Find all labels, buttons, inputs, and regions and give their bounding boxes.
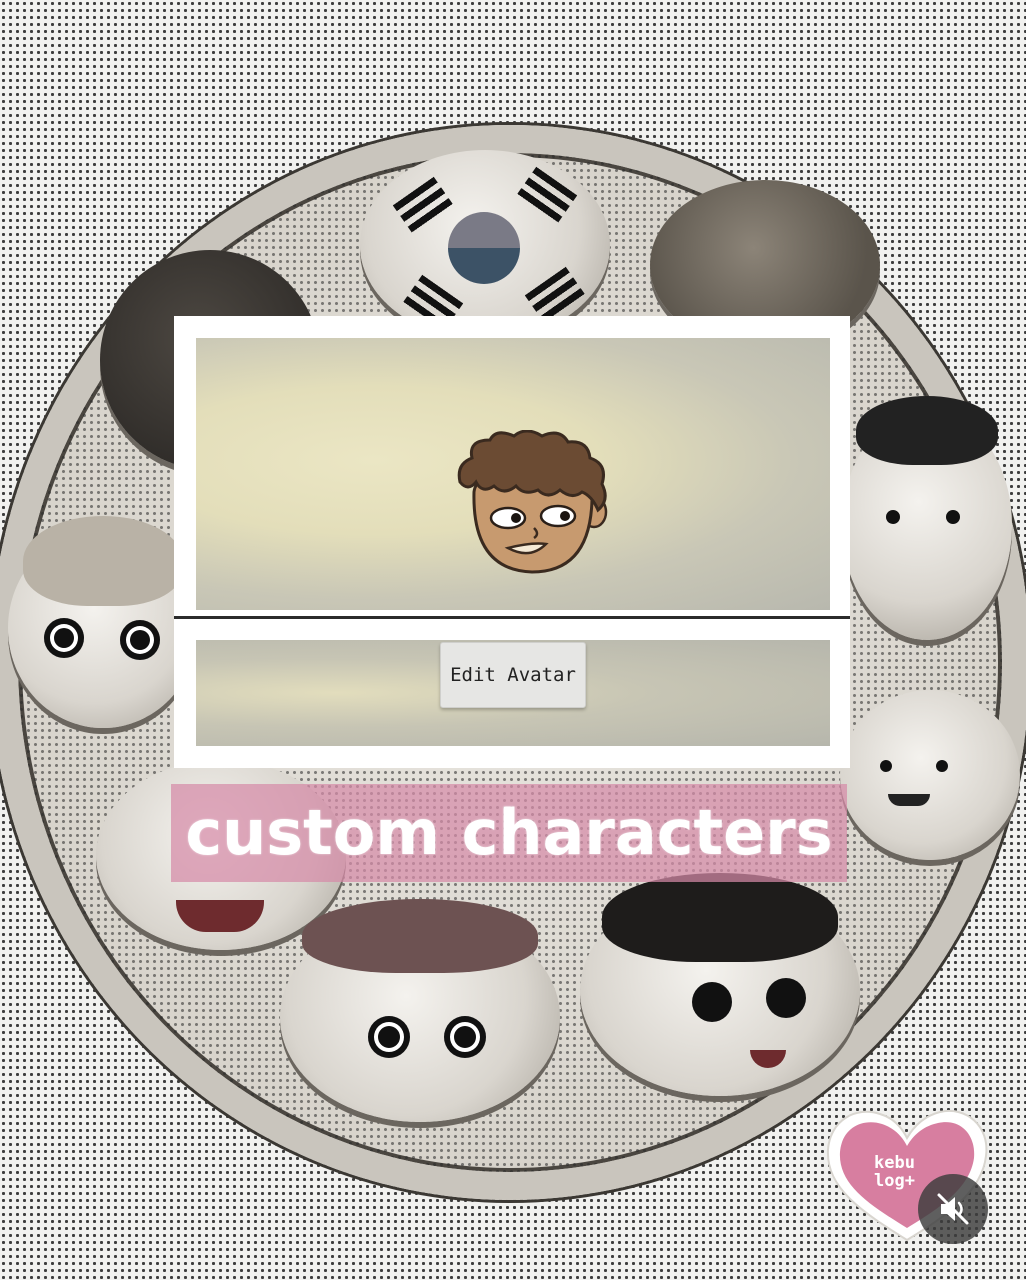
mute-button[interactable] — [918, 1174, 988, 1244]
mochi-eye — [444, 1016, 486, 1058]
mochi-right — [842, 396, 1012, 640]
avatar-editor-panel: Edit Avatar — [174, 316, 850, 768]
mochi-eye — [692, 982, 732, 1022]
mochi-hair — [23, 516, 183, 606]
mochi-eye — [44, 618, 84, 658]
mochi-left — [8, 516, 198, 728]
flag-emblem — [448, 212, 520, 284]
mochi-mouth — [750, 1050, 786, 1068]
mochi-hair — [302, 899, 538, 973]
mochi-eye — [880, 760, 892, 772]
mochi-eye — [886, 510, 900, 524]
mochi-eye — [766, 978, 806, 1018]
avatar-preview — [196, 338, 830, 610]
mochi-bottom-right — [580, 873, 860, 1096]
mochi-eye — [368, 1016, 410, 1058]
panel-divider — [174, 616, 850, 619]
mochi-bottom-middle — [280, 899, 560, 1122]
speaker-muted-icon — [937, 1193, 969, 1225]
mochi-eye — [936, 760, 948, 772]
caption-banner: custom characters — [171, 784, 847, 882]
mochi-right-lower — [840, 690, 1020, 860]
edit-avatar-button[interactable]: Edit Avatar — [440, 642, 586, 708]
avatar-character — [457, 430, 608, 574]
mochi-hair — [855, 396, 999, 466]
mochi-hair — [602, 873, 838, 962]
mochi-eye — [120, 620, 160, 660]
mochi-mouth — [888, 794, 930, 806]
mochi-mouth — [176, 900, 264, 932]
mochi-eye — [946, 510, 960, 524]
